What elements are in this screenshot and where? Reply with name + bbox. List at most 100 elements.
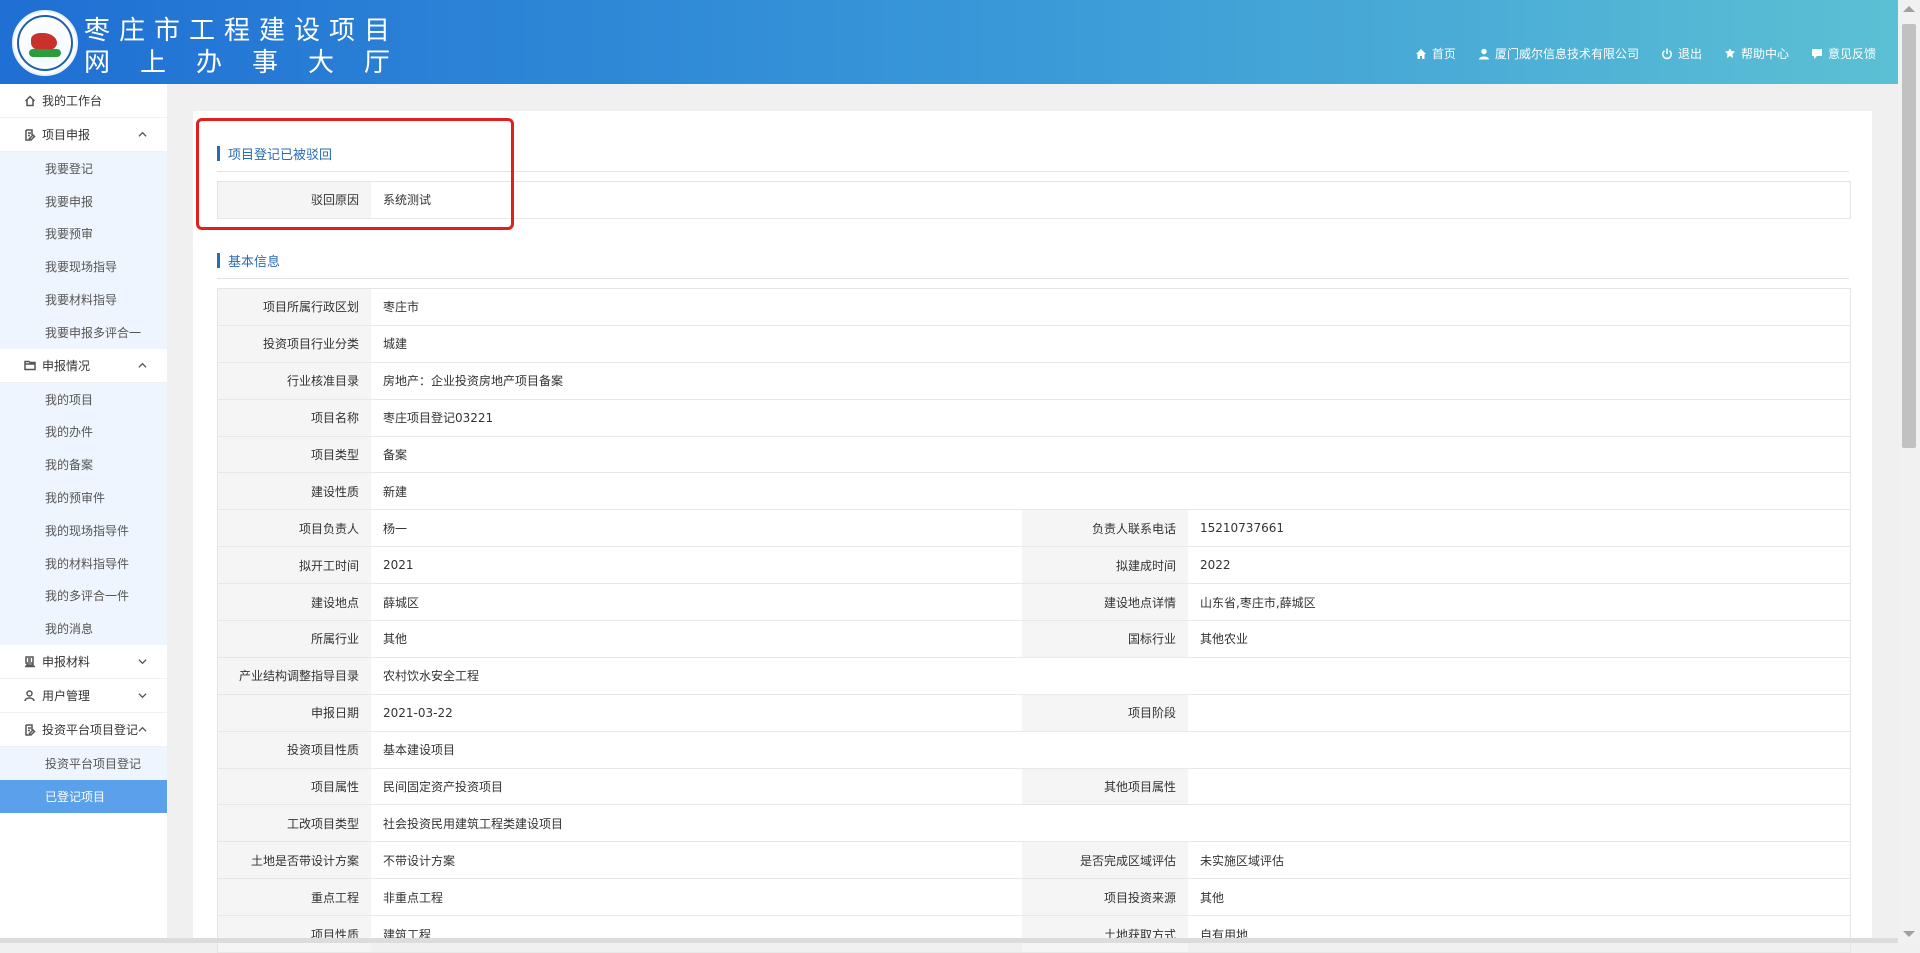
- nav-feedback-label: 意见反馈: [1827, 47, 1876, 61]
- site-logo[interactable]: [12, 10, 78, 76]
- nav-logout-label: 退出: [1677, 47, 1702, 61]
- stamp-icon: [25, 655, 35, 667]
- field-value: 2021-03-22: [383, 705, 453, 720]
- field-label: 工改项目类型: [218, 805, 371, 842]
- sidebar-item-apply[interactable]: 我要申报: [0, 185, 167, 218]
- content-panel: 项目登记已被驳回 驳回原因 系统测试 基本信息 项目所属行政区划 枣庄市 投资项目行…: [193, 111, 1872, 953]
- sidebar-item-my-material-guides[interactable]: 我的材料指导件: [0, 547, 167, 580]
- horizontal-scrollbar[interactable]: [0, 938, 1898, 943]
- scroll-up-arrow[interactable]: [1903, 6, 1915, 12]
- sidebar-item-multi-review[interactable]: 我要申报多评合一: [0, 316, 167, 349]
- field-label: 土地获取方式: [1022, 916, 1188, 953]
- field-value: 不带设计方案: [383, 853, 456, 868]
- field-label: 投资项目行业分类: [218, 325, 371, 362]
- sidebar-item-pre-review[interactable]: 我要预审: [0, 218, 167, 251]
- field-value: 其他: [383, 632, 408, 647]
- field-label: 建设性质: [218, 473, 371, 510]
- header-bar: 枣庄市工程建设项目 网上办事大厅 首页 厦门威尔信息技术有限公司 退出 帮助中心…: [0, 0, 1898, 84]
- sidebar-group-investment-platform[interactable]: 投资平台项目登记: [0, 713, 167, 748]
- table-row: 投资项目性质 基本建设项目: [218, 731, 1850, 769]
- logo-emblem: [17, 15, 73, 71]
- table-row: 拟开工时间 2021 拟建成时间 2022: [218, 547, 1850, 585]
- table-row: 项目属性 民间固定资产投资项目 其他项目属性: [218, 768, 1850, 806]
- sidebar-item-my-projects[interactable]: 我的项目: [0, 383, 167, 416]
- table-row: 投资项目行业分类 城建: [218, 325, 1850, 363]
- sidebar-group-apply-status[interactable]: 申报情况: [0, 349, 167, 383]
- sidebar-group-materials[interactable]: 申报材料: [0, 645, 167, 680]
- sidebar-item-material-guide[interactable]: 我要材料指导: [0, 283, 167, 316]
- field-value: 城建: [383, 337, 408, 352]
- field-label: 项目所属行政区划: [218, 289, 371, 325]
- rejected-table: 驳回原因 系统测试: [217, 181, 1851, 219]
- table-row: 重点工程 非重点工程 项目投资来源 其他: [218, 879, 1850, 917]
- field-value: 新建: [383, 484, 408, 499]
- chevron-down-icon[interactable]: [138, 691, 147, 700]
- sidebar-item-workbench[interactable]: 我的工作台: [0, 84, 167, 118]
- sidebar: 我的工作台 项目申报 我要登记 我要申报 我要预审 我要现场指导 我要材料指导 …: [0, 84, 168, 943]
- field-label: 拟开工时间: [218, 547, 371, 584]
- table-row: 项目类型 备案: [218, 436, 1850, 474]
- sidebar-item-onsite-guide[interactable]: 我要现场指导: [0, 250, 167, 283]
- field-value: 15210737661: [1200, 521, 1284, 536]
- chevron-up-icon[interactable]: [138, 725, 147, 734]
- field-value: 自有用地: [1200, 927, 1249, 942]
- field-value: 其他农业: [1200, 632, 1249, 647]
- field-value: 薛城区: [383, 595, 420, 610]
- sidebar-item-my-messages[interactable]: 我的消息: [0, 612, 167, 645]
- nav-feedback[interactable]: 意见反馈: [1811, 45, 1876, 62]
- field-label: 项目负责人: [218, 510, 371, 547]
- sidebar-group-project-apply[interactable]: 项目申报: [0, 118, 167, 152]
- field-label: 项目名称: [218, 399, 371, 436]
- sidebar-item-register[interactable]: 我要登记: [0, 152, 167, 185]
- table-row: 工改项目类型 社会投资民用建筑工程类建设项目: [218, 805, 1850, 843]
- sidebar-item-registered-projects[interactable]: 已登记项目: [0, 779, 167, 813]
- field-value: 建筑工程: [383, 927, 432, 942]
- field-label: 重点工程: [218, 879, 371, 916]
- chevron-up-icon[interactable]: [138, 361, 147, 370]
- nav-help[interactable]: 帮助中心: [1724, 45, 1789, 62]
- table-row: 所属行业 其他 国标行业 其他农业: [218, 621, 1850, 658]
- chevron-down-icon[interactable]: [138, 657, 147, 666]
- sidebar-group-label: 投资平台项目登记: [42, 723, 139, 738]
- field-label: 其他项目属性: [1022, 768, 1188, 805]
- nav-home[interactable]: 首页: [1415, 45, 1456, 62]
- scroll-thumb[interactable]: [1902, 24, 1916, 448]
- sidebar-item-my-pre-reviews[interactable]: 我的预审件: [0, 481, 167, 514]
- sidebar-group-label: 申报材料: [42, 655, 91, 670]
- table-row: 土地是否带设计方案 不带设计方案 是否完成区域评估 未实施区域评估: [218, 842, 1850, 880]
- basic-info-section-title: 基本信息: [217, 250, 1849, 279]
- scroll-down-arrow[interactable]: [1903, 931, 1915, 937]
- field-label: 是否完成区域评估: [1022, 842, 1188, 879]
- field-value: [1188, 695, 1850, 731]
- nav-logout[interactable]: 退出: [1661, 45, 1702, 62]
- folder-icon: [24, 361, 36, 371]
- sidebar-item-my-multi-reviews[interactable]: 我的多评合一件: [0, 580, 167, 613]
- document-edit-icon: [25, 723, 36, 736]
- field-value: 枣庄项目登记03221: [383, 411, 494, 426]
- sidebar-submenu-project-apply: 我要登记 我要申报 我要预审 我要现场指导 我要材料指导 我要申报多评合一: [0, 152, 167, 349]
- home-icon: [1415, 48, 1426, 59]
- sidebar-item-platform-register[interactable]: 投资平台项目登记: [0, 747, 167, 780]
- table-row: 申报日期 2021-03-22 项目阶段: [218, 694, 1850, 732]
- field-value: 社会投资民用建筑工程类建设项目: [383, 816, 564, 831]
- basic-info-table: 项目所属行政区划 枣庄市 投资项目行业分类 城建 行业核准目录 房地产：企业投资房地产项目…: [217, 288, 1851, 953]
- field-label: 项目阶段: [1022, 694, 1188, 731]
- field-value: 其他: [1200, 890, 1225, 905]
- nav-user[interactable]: 厦门威尔信息技术有限公司: [1478, 45, 1639, 62]
- table-row: 项目所属行政区划 枣庄市: [218, 289, 1850, 326]
- sidebar-item-my-filings[interactable]: 我的备案: [0, 448, 167, 481]
- field-value: 农村饮水安全工程: [383, 669, 480, 684]
- sidebar-group-user-management[interactable]: 用户管理: [0, 679, 167, 714]
- sidebar-item-my-onsite-guides[interactable]: 我的现场指导件: [0, 514, 167, 547]
- sidebar-item-my-cases[interactable]: 我的办件: [0, 416, 167, 449]
- table-row: 建设地点 薛城区 建设地点详情 山东省,枣庄市,薛城区: [218, 584, 1850, 622]
- sidebar-group-label: 申报情况: [42, 358, 91, 373]
- chevron-up-icon[interactable]: [138, 130, 147, 139]
- sidebar-workbench-label: 我的工作台: [42, 94, 103, 108]
- reject-reason-value: 系统测试: [383, 193, 432, 208]
- vertical-scrollbar[interactable]: [1898, 0, 1920, 943]
- field-value: 房地产：企业投资房地产项目备案: [383, 374, 564, 389]
- field-label: 申报日期: [218, 694, 371, 731]
- table-row: 驳回原因 系统测试: [218, 182, 1850, 219]
- field-value: 山东省,枣庄市,薛城区: [1200, 595, 1316, 610]
